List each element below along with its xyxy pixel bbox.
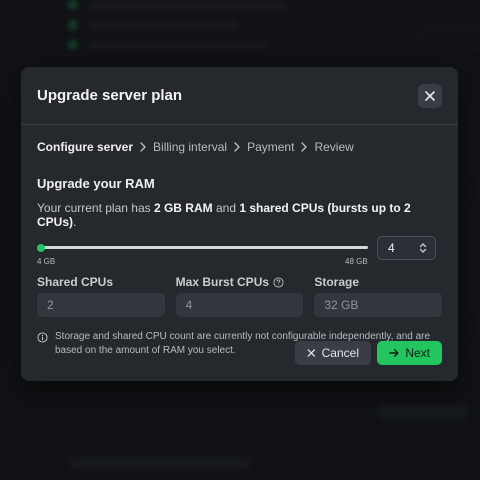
field-storage: Storage 32 GB xyxy=(314,274,443,317)
section-title-ram: Upgrade your RAM xyxy=(37,176,155,191)
field-label: Storage xyxy=(314,275,360,289)
breadcrumb-step-billing[interactable]: Billing interval xyxy=(153,140,227,154)
dialog-header: Upgrade server plan xyxy=(21,67,458,125)
plan-text-mid: and xyxy=(212,201,240,215)
ram-slider-thumb[interactable] xyxy=(37,244,45,252)
plan-ram-value: 2 GB RAM xyxy=(153,201,213,215)
next-button[interactable]: Next xyxy=(377,341,442,365)
field-label-text: Max Burst CPUs xyxy=(175,275,270,289)
storage-input: 32 GB xyxy=(314,293,443,317)
breadcrumb-step-payment[interactable]: Payment xyxy=(247,140,294,154)
arrow-right-icon xyxy=(389,349,399,357)
stepper-arrows-icon[interactable] xyxy=(419,242,427,254)
slider-min-label: 4 GB xyxy=(37,257,56,266)
close-button[interactable] xyxy=(418,83,442,108)
slider-max-label: 48 GB xyxy=(345,257,368,266)
upgrade-plan-dialog: Upgrade server plan Configure server Bil… xyxy=(21,67,458,381)
info-icon xyxy=(37,332,48,343)
dialog-title: Upgrade server plan xyxy=(37,87,183,104)
close-icon xyxy=(425,90,435,101)
resource-fields: Shared CPUs 2 Max Burst CPUs 4 Storage 3… xyxy=(37,274,443,317)
cancel-button[interactable]: Cancel xyxy=(295,341,371,365)
plan-text-prefix: Your current plan has xyxy=(37,201,154,215)
chevron-right-icon xyxy=(233,142,241,152)
current-plan-text: Your current plan has 2 GB RAM and 1 sha… xyxy=(37,201,442,229)
ram-stepper[interactable]: 4 xyxy=(377,236,436,260)
field-label: Shared CPUs xyxy=(37,275,114,289)
chevron-right-icon xyxy=(300,142,308,152)
dialog-body: Configure server Billing interval Paymen… xyxy=(21,125,458,358)
next-label: Next xyxy=(405,346,430,360)
cancel-label: Cancel xyxy=(321,346,359,360)
field-max-burst-cpus: Max Burst CPUs 4 xyxy=(175,274,304,317)
breadcrumb-step-configure[interactable]: Configure server xyxy=(37,140,133,154)
field-shared-cpus: Shared CPUs 2 xyxy=(37,274,165,317)
ram-slider-track[interactable] xyxy=(40,246,368,249)
ram-stepper-value: 4 xyxy=(388,241,395,255)
shared-cpus-input: 2 xyxy=(37,293,165,317)
close-icon xyxy=(307,349,315,357)
field-label-with-help: Max Burst CPUs xyxy=(176,274,304,290)
plan-text-suffix: . xyxy=(73,215,77,229)
help-circle-icon[interactable] xyxy=(273,276,284,288)
chevron-right-icon xyxy=(139,142,147,152)
ram-slider-row: 4 GB 48 GB 4 xyxy=(37,236,442,269)
max-burst-cpus-input: 4 xyxy=(175,293,304,317)
dialog-actions: Cancel Next xyxy=(295,341,442,365)
breadcrumb-step-review[interactable]: Review xyxy=(314,140,353,154)
breadcrumb: Configure server Billing interval Paymen… xyxy=(37,139,442,155)
